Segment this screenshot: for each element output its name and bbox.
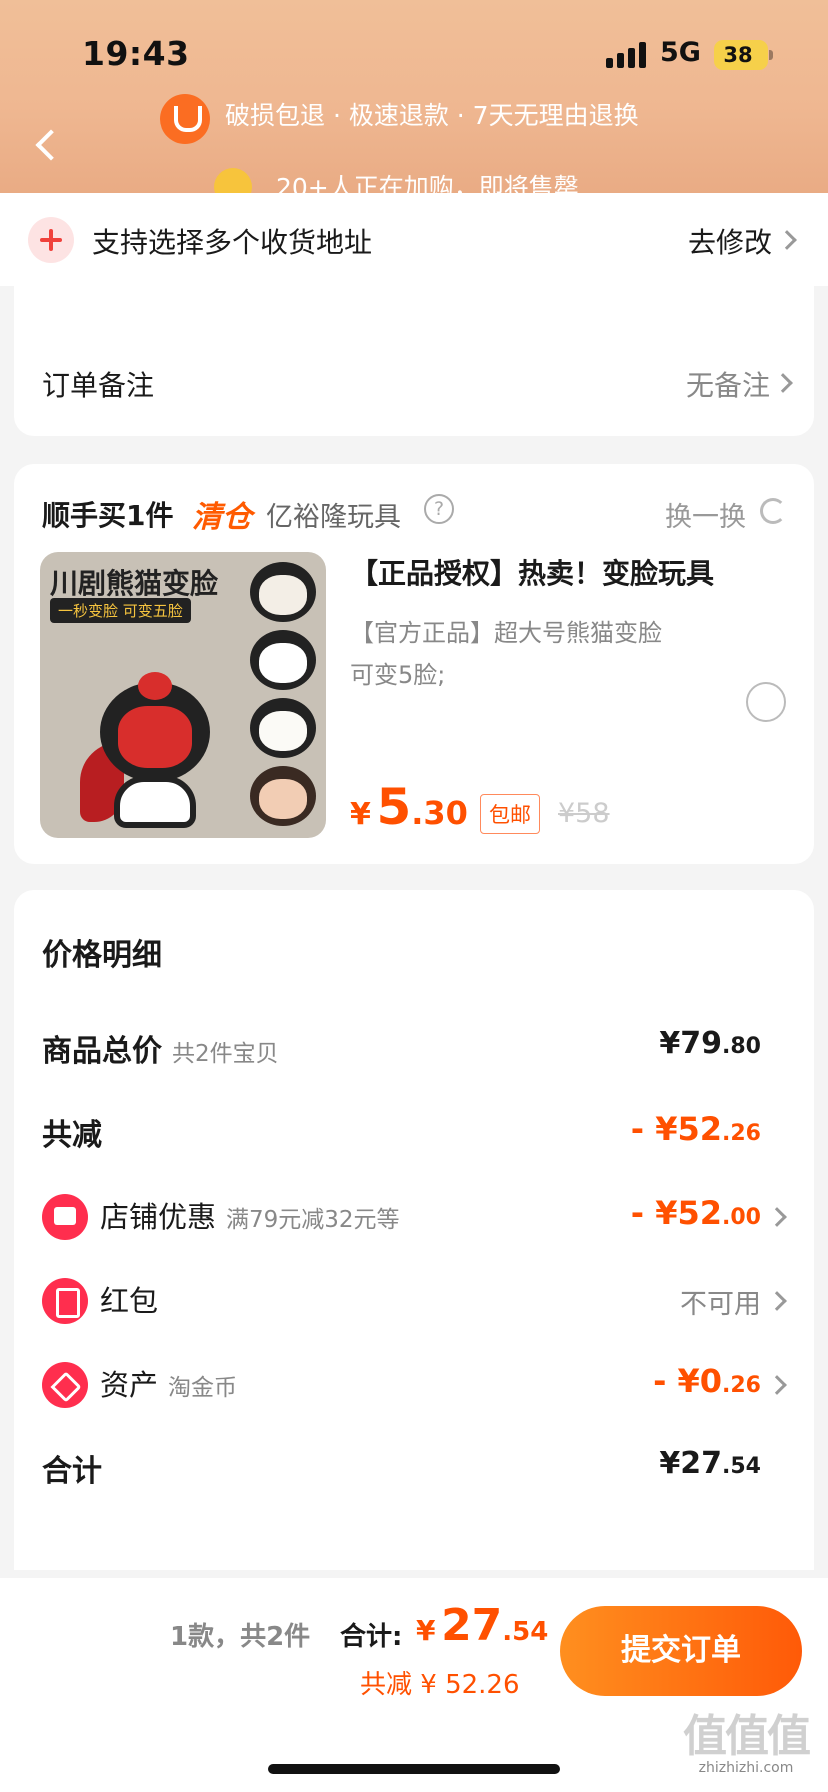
- price-row-total-discount: 共减 - ¥52.26: [14, 1100, 814, 1160]
- price-detail-card: 价格明细 商品总价 共2件宝贝 ¥79.80 共减 - ¥52.26 店铺优惠 满7…: [14, 890, 814, 1570]
- row-label: 店铺优惠: [100, 1200, 217, 1234]
- red-packet-icon: [42, 1278, 88, 1324]
- row-label: 红包: [100, 1284, 159, 1318]
- product-price: ¥ 5.30: [350, 778, 468, 836]
- total-price: ¥ 27.54: [416, 1600, 548, 1651]
- total-decimal: .54: [502, 1617, 549, 1647]
- row-label: 商品总价: [42, 1034, 162, 1069]
- signal-icon: [606, 42, 648, 68]
- row-label: 资产: [100, 1368, 159, 1402]
- panda-figure: [80, 672, 220, 832]
- plus-icon: [28, 217, 74, 263]
- clearance-tag: 清仓: [192, 500, 252, 535]
- battery-level: 38: [723, 43, 753, 67]
- price-symbol: ¥: [350, 797, 371, 832]
- row-amount: - ¥52: [630, 1194, 723, 1232]
- product-image-subtitle: 一秒变脸 可变五脸: [50, 598, 191, 623]
- item-count: 1款，共2件: [170, 1622, 311, 1652]
- coin-icon: [214, 168, 252, 195]
- row-amount: 不可用: [680, 1289, 761, 1320]
- mask-panda-face: [250, 630, 316, 690]
- chevron-right-icon: [777, 230, 797, 250]
- refresh-icon[interactable]: [760, 498, 786, 524]
- row-sub: 淘金币: [168, 1375, 238, 1401]
- chevron-right-icon: [767, 1207, 787, 1227]
- total-symbol: ¥: [416, 1614, 436, 1647]
- stock-notice: 20+人正在加购，即将售罄: [276, 173, 579, 195]
- price-row-subtotal: 商品总价 共2件宝贝 ¥79.80: [14, 1016, 814, 1076]
- row-amount-decimal: .26: [722, 1373, 761, 1398]
- mask-red-face: [250, 562, 316, 622]
- add-on-card: 顺手买1件 清仓 亿裕隆玩具 ? 换一换 川剧熊猫变脸 一秒变脸 可变五脸 【正…: [14, 464, 814, 864]
- order-note-value[interactable]: 无备注: [686, 364, 770, 404]
- battery-icon: 38: [714, 40, 773, 70]
- row-sub: 满79元减32元等: [226, 1207, 400, 1233]
- price-row-shop-discount[interactable]: 店铺优惠 满79元减32元等 - ¥52.00: [14, 1184, 814, 1244]
- row-sub: 共2件宝贝: [172, 1041, 279, 1067]
- chevron-right-icon: [767, 1291, 787, 1311]
- mask-smile-face: [250, 698, 316, 758]
- total-integer: 27: [441, 1600, 503, 1651]
- free-shipping-badge: 包邮: [480, 794, 540, 834]
- total-label: 合计:: [340, 1622, 403, 1652]
- home-indicator[interactable]: [268, 1764, 560, 1774]
- mask-girl-face: [250, 766, 316, 826]
- row-amount: ¥27: [659, 1446, 723, 1481]
- price-row-assets[interactable]: 资产 淘金币 - ¥0.26: [14, 1352, 814, 1412]
- store-icon: [42, 1194, 88, 1240]
- submit-order-button[interactable]: 提交订单: [560, 1606, 802, 1696]
- watermark-logo: 值值值 zhizhizhi.com: [676, 1700, 816, 1776]
- row-amount-decimal: .54: [722, 1454, 761, 1479]
- product-description: 【官方正品】超大号熊猫变脸可变5脸;: [350, 619, 662, 689]
- row-label: 合计: [42, 1454, 102, 1489]
- product-title[interactable]: 【正品授权】热卖！变脸玩具: [350, 552, 714, 592]
- watermark-logo-text: 值值值: [683, 1711, 811, 1762]
- help-icon[interactable]: ?: [424, 494, 454, 524]
- guarantee-banner: 破损包退 · 极速退款 · 7天无理由退换: [225, 101, 639, 130]
- row-amount: - ¥52: [630, 1110, 723, 1148]
- shield-icon: [160, 94, 210, 144]
- original-price: ¥58: [558, 798, 610, 829]
- price-decimal: .30: [411, 794, 468, 832]
- price-row-red-packet[interactable]: 红包 不可用: [14, 1268, 814, 1328]
- price-row-total: 合计 ¥27.54: [14, 1436, 814, 1496]
- product-image-banner: 川剧熊猫变脸: [50, 567, 219, 600]
- row-label: 共减: [42, 1118, 102, 1153]
- modify-address-link[interactable]: 去修改: [688, 221, 772, 261]
- row-amount-decimal: .80: [722, 1034, 761, 1059]
- row-amount: - ¥0: [653, 1362, 723, 1400]
- row-amount-decimal: .00: [722, 1205, 761, 1230]
- tag-icon: [42, 1362, 88, 1408]
- network-label: 5G: [660, 37, 701, 68]
- add-on-title: 顺手买1件: [42, 499, 174, 532]
- multi-address-text: 支持选择多个收货地址: [92, 226, 373, 259]
- swap-button[interactable]: 换一换: [665, 495, 746, 534]
- order-note-card[interactable]: 订单备注 无备注: [14, 272, 814, 436]
- total-discount: 共减 ¥ 52.26: [360, 1670, 520, 1700]
- shop-name[interactable]: 亿裕隆玩具: [266, 495, 401, 534]
- back-button[interactable]: [28, 124, 68, 168]
- row-amount-decimal: .26: [722, 1121, 761, 1146]
- price-integer: 5: [376, 778, 412, 836]
- status-time: 19:43: [82, 34, 190, 73]
- row-amount: ¥79: [659, 1026, 723, 1061]
- chevron-right-icon: [773, 373, 793, 393]
- price-detail-title: 价格明细: [42, 938, 162, 973]
- order-note-label: 订单备注: [42, 369, 155, 402]
- order-header: 19:43 5G 38 破损包退 · 极速退款 · 7天无理由退换 20+人正在…: [0, 0, 828, 195]
- product-image[interactable]: 川剧熊猫变脸 一秒变脸 可变五脸: [40, 552, 326, 838]
- add-on-select-radio[interactable]: [746, 682, 786, 722]
- chevron-right-icon: [767, 1375, 787, 1395]
